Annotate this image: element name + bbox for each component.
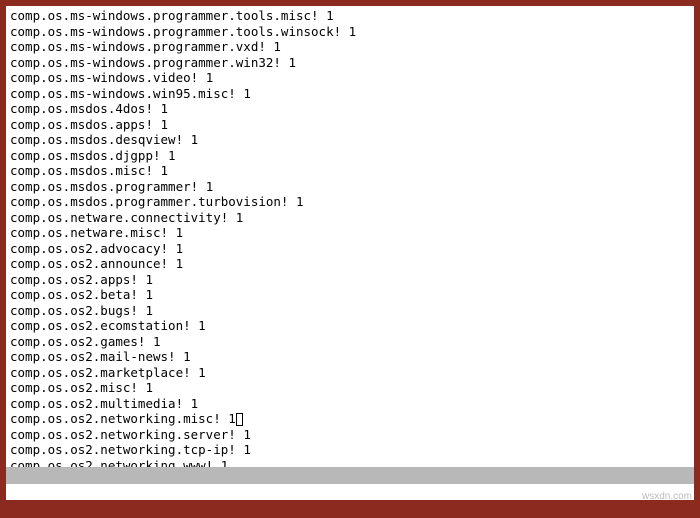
newsgroup-name: comp.os.os2.apps! bbox=[10, 272, 138, 287]
newsgroup-row[interactable]: comp.os.os2.announce! 1 bbox=[10, 256, 690, 272]
newsgroup-name: comp.os.ms-windows.video! bbox=[10, 70, 198, 85]
newsgroup-name: comp.os.ms-windows.programmer.win32! bbox=[10, 55, 281, 70]
newsgroup-row[interactable]: comp.os.msdos.apps! 1 bbox=[10, 117, 690, 133]
newsgroup-name: comp.os.netware.connectivity! bbox=[10, 210, 228, 225]
newsgroup-name: comp.os.msdos.4dos! bbox=[10, 101, 153, 116]
newsgroup-row[interactable]: comp.os.ms-windows.programmer.tools.wins… bbox=[10, 24, 690, 40]
newsgroup-value: 1 bbox=[191, 396, 199, 411]
newsgroup-name: comp.os.os2.networking.misc! bbox=[10, 411, 221, 426]
newsgroup-row[interactable]: comp.os.ms-windows.win95.misc! 1 bbox=[10, 86, 690, 102]
newsgroup-value: 1 bbox=[191, 132, 199, 147]
newsgroup-value: 1 bbox=[273, 39, 281, 54]
newsgroup-row[interactable]: comp.os.netware.misc! 1 bbox=[10, 225, 690, 241]
newsgroup-name: comp.os.os2.announce! bbox=[10, 256, 168, 271]
newsgroup-row[interactable]: comp.os.msdos.desqview! 1 bbox=[10, 132, 690, 148]
newsgroup-name: comp.os.os2.beta! bbox=[10, 287, 138, 302]
newsgroup-name: comp.os.msdos.desqview! bbox=[10, 132, 183, 147]
newsgroup-row[interactable]: comp.os.os2.marketplace! 1 bbox=[10, 365, 690, 381]
newsgroup-name: comp.os.msdos.programmer! bbox=[10, 179, 198, 194]
newsgroup-value: 1 bbox=[168, 148, 176, 163]
newsgroup-value: 1 bbox=[183, 349, 191, 364]
newsgroup-name: comp.os.msdos.djgpp! bbox=[10, 148, 161, 163]
newsgroup-row[interactable]: comp.os.msdos.programmer.turbovision! 1 bbox=[10, 194, 690, 210]
newsgroup-row[interactable]: comp.os.os2.ecomstation! 1 bbox=[10, 318, 690, 334]
newsgroup-row[interactable]: comp.os.ms-windows.programmer.tools.misc… bbox=[10, 8, 690, 24]
newsgroup-value: 1 bbox=[236, 210, 244, 225]
newsgroup-value: 1 bbox=[161, 163, 169, 178]
newsgroup-row[interactable]: comp.os.os2.networking.tcp-ip! 1 bbox=[10, 442, 690, 458]
newsgroup-row[interactable]: comp.os.os2.beta! 1 bbox=[10, 287, 690, 303]
editor-frame: comp.os.ms-windows.programmer.tools.misc… bbox=[6, 6, 694, 500]
newsgroup-row[interactable]: comp.os.os2.networking.misc! 1 bbox=[10, 411, 690, 427]
newsgroup-row[interactable]: comp.os.os2.bugs! 1 bbox=[10, 303, 690, 319]
newsgroup-value: 1 bbox=[161, 101, 169, 116]
newsgroup-value: 1 bbox=[243, 427, 251, 442]
newsgroup-value: 1 bbox=[161, 117, 169, 132]
newsgroup-value: 1 bbox=[198, 318, 206, 333]
newsgroup-name: comp.os.os2.multimedia! bbox=[10, 396, 183, 411]
newsgroup-name: comp.os.os2.networking.tcp-ip! bbox=[10, 442, 236, 457]
newsgroup-name: comp.os.os2.games! bbox=[10, 334, 145, 349]
text-buffer[interactable]: comp.os.ms-windows.programmer.tools.misc… bbox=[6, 6, 694, 467]
newsgroup-row[interactable]: comp.os.ms-windows.video! 1 bbox=[10, 70, 690, 86]
newsgroup-row[interactable]: comp.os.netware.connectivity! 1 bbox=[10, 210, 690, 226]
newsgroup-name: comp.os.msdos.programmer.turbovision! bbox=[10, 194, 288, 209]
newsgroup-name: comp.os.ms-windows.programmer.tools.wins… bbox=[10, 24, 341, 39]
newsgroup-row[interactable]: comp.os.msdos.misc! 1 bbox=[10, 163, 690, 179]
newsgroup-row[interactable]: comp.os.os2.networking.www! 1 bbox=[10, 458, 690, 468]
newsgroup-name: comp.os.os2.advocacy! bbox=[10, 241, 168, 256]
newsgroup-value: 1 bbox=[228, 411, 236, 426]
newsgroup-row[interactable]: comp.os.msdos.programmer! 1 bbox=[10, 179, 690, 195]
newsgroup-name: comp.os.ms-windows.win95.misc! bbox=[10, 86, 236, 101]
newsgroup-row[interactable]: comp.os.os2.advocacy! 1 bbox=[10, 241, 690, 257]
newsgroup-value: 1 bbox=[198, 365, 206, 380]
newsgroup-name: comp.os.msdos.apps! bbox=[10, 117, 153, 132]
newsgroup-row[interactable]: comp.os.os2.mail-news! 1 bbox=[10, 349, 690, 365]
newsgroup-value: 1 bbox=[153, 334, 161, 349]
newsgroup-name: comp.os.os2.networking.server! bbox=[10, 427, 236, 442]
newsgroup-name: comp.os.os2.marketplace! bbox=[10, 365, 191, 380]
newsgroup-value: 1 bbox=[326, 8, 334, 23]
newsgroup-name: comp.os.os2.networking.www! bbox=[10, 458, 213, 468]
newsgroup-name: comp.os.os2.mail-news! bbox=[10, 349, 176, 364]
newsgroup-value: 1 bbox=[243, 442, 251, 457]
newsgroup-row[interactable]: comp.os.os2.misc! 1 bbox=[10, 380, 690, 396]
text-cursor bbox=[236, 413, 243, 426]
newsgroup-row[interactable]: comp.os.msdos.4dos! 1 bbox=[10, 101, 690, 117]
newsgroup-value: 1 bbox=[206, 179, 214, 194]
newsgroup-value: 1 bbox=[206, 70, 214, 85]
newsgroup-value: 1 bbox=[176, 225, 184, 240]
newsgroup-value: 1 bbox=[145, 380, 153, 395]
watermark: wsxdn.com bbox=[642, 489, 692, 505]
newsgroup-name: comp.os.os2.misc! bbox=[10, 380, 138, 395]
newsgroup-value: 1 bbox=[221, 458, 229, 468]
newsgroup-name: comp.os.ms-windows.programmer.tools.misc… bbox=[10, 8, 319, 23]
newsgroup-value: 1 bbox=[145, 287, 153, 302]
newsgroup-value: 1 bbox=[288, 55, 296, 70]
newsgroup-name: comp.os.ms-windows.programmer.vxd! bbox=[10, 39, 266, 54]
newsgroup-name: comp.os.netware.misc! bbox=[10, 225, 168, 240]
newsgroup-row[interactable]: comp.os.os2.multimedia! 1 bbox=[10, 396, 690, 412]
newsgroup-row[interactable]: comp.os.os2.networking.server! 1 bbox=[10, 427, 690, 443]
newsgroup-value: 1 bbox=[145, 272, 153, 287]
newsgroup-value: 1 bbox=[145, 303, 153, 318]
newsgroup-value: 1 bbox=[349, 24, 357, 39]
newsgroup-value: 1 bbox=[296, 194, 304, 209]
newsgroup-value: 1 bbox=[176, 256, 184, 271]
newsgroup-row[interactable]: comp.os.msdos.djgpp! 1 bbox=[10, 148, 690, 164]
newsgroup-name: comp.os.os2.bugs! bbox=[10, 303, 138, 318]
newsgroup-row[interactable]: comp.os.ms-windows.programmer.vxd! 1 bbox=[10, 39, 690, 55]
newsgroup-name: comp.os.msdos.misc! bbox=[10, 163, 153, 178]
newsgroup-value: 1 bbox=[243, 86, 251, 101]
mode-line: -:--- .newsrc 41% L1416 (Fundamental Und… bbox=[6, 467, 694, 484]
newsgroup-value: 1 bbox=[176, 241, 184, 256]
newsgroup-row[interactable]: comp.os.os2.games! 1 bbox=[10, 334, 690, 350]
newsgroup-row[interactable]: comp.os.os2.apps! 1 bbox=[10, 272, 690, 288]
newsgroup-name: comp.os.os2.ecomstation! bbox=[10, 318, 191, 333]
newsgroup-row[interactable]: comp.os.ms-windows.programmer.win32! 1 bbox=[10, 55, 690, 71]
minibuffer[interactable] bbox=[6, 484, 694, 500]
